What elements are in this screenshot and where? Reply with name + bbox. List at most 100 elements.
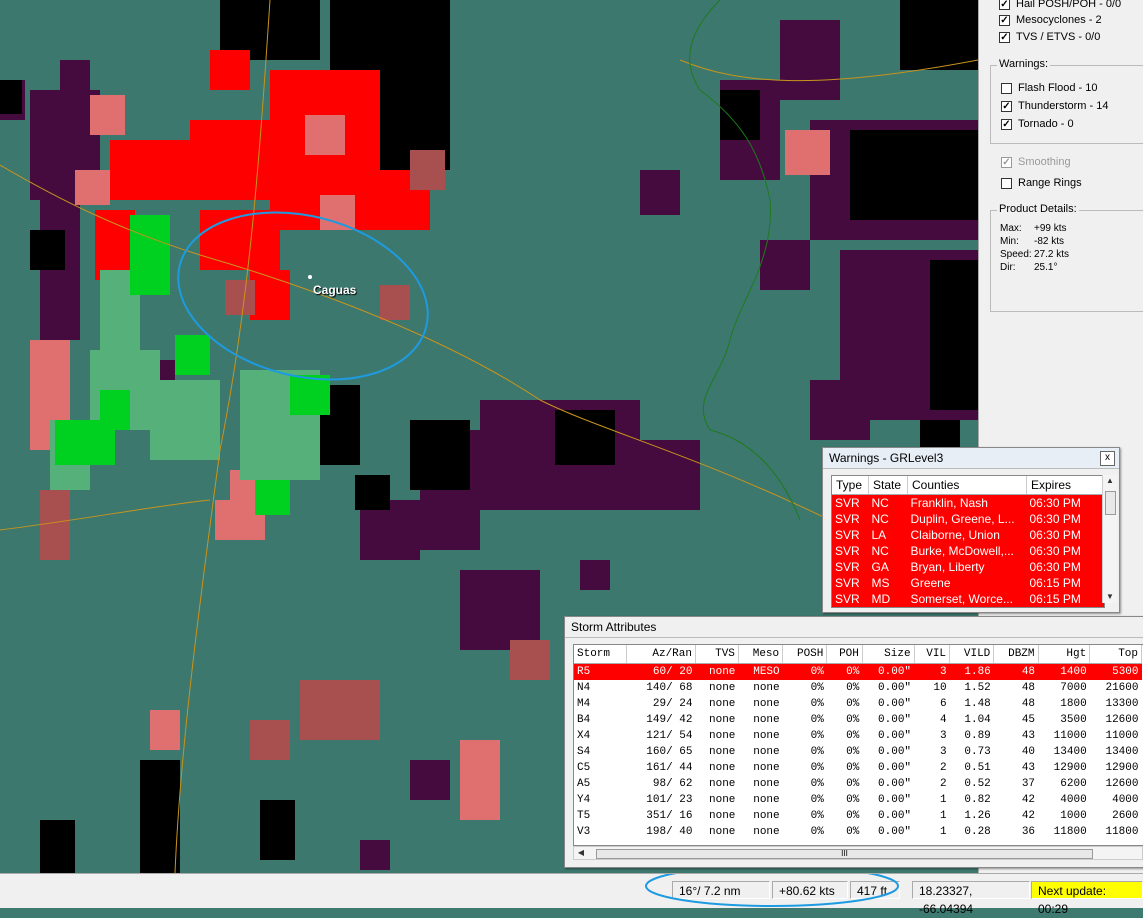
warning-row[interactable]: SVR NC Burke, McDowell,... 06:30 PM: [832, 543, 1104, 559]
hail-toggle[interactable]: ✓ Hail POSH/POH - 0/0: [999, 0, 1121, 12]
storm-row[interactable]: M4 29/ 24 none none 0% 0% 0.00" 6 1.48 48 1800 1330…: [574, 696, 1142, 712]
scroll-up-icon[interactable]: ▲: [1103, 475, 1117, 487]
mesocyclones-toggle[interactable]: ✓ Mesocyclones - 2: [999, 12, 1102, 28]
storm-col-header[interactable]: VILD: [949, 645, 995, 664]
storm-col-header[interactable]: Hgt: [1038, 645, 1091, 664]
storm-cell: 0%: [810, 794, 824, 806]
warning-row[interactable]: SVR NC Franklin, Nash 06:30 PM: [832, 494, 1104, 511]
warnings-window-title[interactable]: Warnings - GRLevel3 x: [823, 448, 1119, 469]
warning-row[interactable]: SVR LA Claiborne, Union 06:30 PM: [832, 527, 1104, 543]
storm-row[interactable]: N4 140/ 68 none none 0% 0% 0.00" 10 1.52 48 7000 21…: [574, 680, 1142, 696]
storm-cell: 0.00": [878, 794, 912, 806]
checkbox[interactable]: ✓: [1001, 100, 1012, 112]
storm-cell: 48: [993, 663, 1039, 680]
close-icon[interactable]: x: [1100, 451, 1115, 466]
storm-col-header[interactable]: DBZM: [993, 645, 1039, 664]
checkbox[interactable]: [1001, 177, 1012, 189]
tvs-toggle[interactable]: ✓ TVS / ETVS - 0/0: [999, 29, 1100, 45]
warning-row[interactable]: SVR MS Greene 06:15 PM: [832, 575, 1104, 591]
warnings-scrollbar[interactable]: ▲ ▼: [1102, 475, 1117, 603]
warning-row[interactable]: SVR MD Somerset, Worce... 06:15 PM: [832, 591, 1104, 607]
storm-row[interactable]: R5 60/ 20 none MESO 0% 0% 0.00" 3 1.86 48 1400 5300: [574, 663, 1142, 680]
checkbox[interactable]: ✓: [1001, 156, 1012, 168]
storm-cell: none: [709, 810, 736, 822]
checkbox[interactable]: [1001, 82, 1012, 94]
storm-col-header[interactable]: POH: [826, 645, 863, 664]
storm-cell: 13400: [1105, 746, 1139, 758]
scroll-left-icon[interactable]: ◀: [574, 847, 588, 859]
checkbox[interactable]: ✓: [1001, 118, 1012, 130]
city-marker: [308, 275, 312, 279]
thunderstorm-toggle[interactable]: ✓ Thunderstorm - 14: [1001, 98, 1108, 114]
flash-flood-toggle[interactable]: Flash Flood - 10: [1001, 80, 1097, 96]
warnings-window[interactable]: Warnings - GRLevel3 x Type State Countie…: [822, 447, 1120, 613]
storm-cell: 101/ 23: [646, 794, 693, 806]
warning-cell: MD: [868, 591, 908, 607]
storm-attributes-window[interactable]: Storm Attributes Storm Az/Ran TVS Meso POSH P…: [564, 616, 1143, 868]
storm-col-header[interactable]: Storm: [574, 645, 627, 664]
storm-row[interactable]: X4 121/ 54 none none 0% 0% 0.00" 3 0.89 43 11000 11…: [574, 728, 1142, 744]
storm-cell: none: [709, 698, 736, 710]
status-height: 417 ft: [850, 881, 900, 899]
storm-cell: 29/ 24: [652, 698, 693, 710]
storm-cell: 0%: [846, 762, 860, 774]
scroll-thumb[interactable]: III: [596, 849, 1093, 859]
warning-row[interactable]: SVR NC Duplin, Greene, L... 06:30 PM: [832, 511, 1104, 527]
scroll-down-icon[interactable]: ▼: [1103, 591, 1117, 603]
range-rings-toggle[interactable]: Range Rings: [1001, 175, 1082, 191]
storm-table[interactable]: Storm Az/Ran TVS Meso POSH POH Size VIL VILD DBZM…: [573, 644, 1143, 846]
storm-cell: 0.28: [964, 826, 991, 838]
status-next-update: Next update: 00:29: [1031, 881, 1143, 916]
smoothing-toggle[interactable]: ✓ Smoothing: [1001, 154, 1071, 170]
storm-row[interactable]: A5 98/ 62 none none 0% 0% 0.00" 2 0.52 37 6200 1260…: [574, 776, 1142, 792]
storm-cell: 0%: [810, 682, 824, 694]
storm-col-header[interactable]: Top: [1089, 645, 1142, 664]
checkbox[interactable]: ✓: [999, 31, 1010, 43]
storm-cell: 12900: [1105, 762, 1139, 774]
storm-cell: 11800: [1105, 826, 1139, 838]
storm-col-header[interactable]: Size: [862, 645, 915, 664]
warnings-table[interactable]: Type State Counties Expires SVR NC Frankli…: [831, 475, 1105, 608]
product-dir: Dir: 25.1°: [1000, 262, 1058, 273]
col-expires[interactable]: Expires: [1026, 476, 1104, 495]
storm-cell: 0%: [810, 746, 824, 758]
storm-cell: 1.86: [949, 663, 994, 680]
storm-cell: 2: [939, 762, 947, 774]
storm-row[interactable]: B4 149/ 42 none none 0% 0% 0.00" 4 1.04 45 3500 126…: [574, 712, 1142, 728]
storm-cell: 1000: [1060, 810, 1087, 822]
storm-row[interactable]: S4 160/ 65 none none 0% 0% 0.00" 3 0.73 40 13400 13…: [574, 744, 1142, 760]
storm-col-header[interactable]: TVS: [695, 645, 739, 664]
storm-col-header[interactable]: POSH: [782, 645, 828, 664]
checkbox[interactable]: ✓: [999, 0, 1010, 10]
storm-hscrollbar[interactable]: ◀ III: [573, 846, 1143, 860]
col-type[interactable]: Type: [832, 476, 869, 495]
warning-cell: Somerset, Worce...: [907, 591, 1027, 607]
storm-col-header[interactable]: Meso: [738, 645, 784, 664]
warning-row[interactable]: SVR GA Bryan, Liberty 06:30 PM: [832, 559, 1104, 575]
storm-row[interactable]: Y4 101/ 23 none none 0% 0% 0.00" 1 0.82 42 4000 400…: [574, 792, 1142, 808]
tornado-toggle[interactable]: ✓ Tornado - 0: [1001, 116, 1074, 132]
storm-col-header[interactable]: VIL: [914, 645, 951, 664]
storm-row[interactable]: C5 161/ 44 none none 0% 0% 0.00" 2 0.51 43 12900 12…: [574, 760, 1142, 776]
storm-cell: none: [709, 730, 736, 742]
storm-row[interactable]: V3 198/ 40 none none 0% 0% 0.00" 1 0.28 36 11800 11…: [574, 824, 1142, 840]
storm-attributes-title[interactable]: Storm Attributes: [565, 617, 1143, 638]
storm-cell: T5: [577, 810, 591, 822]
scroll-thumb[interactable]: [1105, 491, 1116, 515]
warning-cell: 06:30 PM: [1026, 494, 1104, 511]
storm-row[interactable]: T5 351/ 16 none none 0% 0% 0.00" 1 1.26 42 1000 260…: [574, 808, 1142, 824]
checkbox[interactable]: ✓: [999, 14, 1010, 26]
storm-cell: 0.00": [878, 682, 912, 694]
storm-cell: 0.00": [878, 810, 912, 822]
storm-cell: 1.26: [964, 810, 991, 822]
col-counties[interactable]: Counties: [907, 476, 1027, 495]
storm-cell: S4: [577, 746, 591, 758]
col-state[interactable]: State: [868, 476, 908, 495]
storm-cell: 2600: [1112, 810, 1139, 822]
warning-cell: MS: [868, 575, 908, 591]
storm-cell: 0%: [846, 810, 860, 822]
warning-cell: 06:15 PM: [1026, 591, 1104, 607]
storm-col-header[interactable]: Az/Ran: [626, 645, 696, 664]
storm-cell: 1: [939, 826, 947, 838]
warning-cell: NC: [868, 543, 908, 559]
